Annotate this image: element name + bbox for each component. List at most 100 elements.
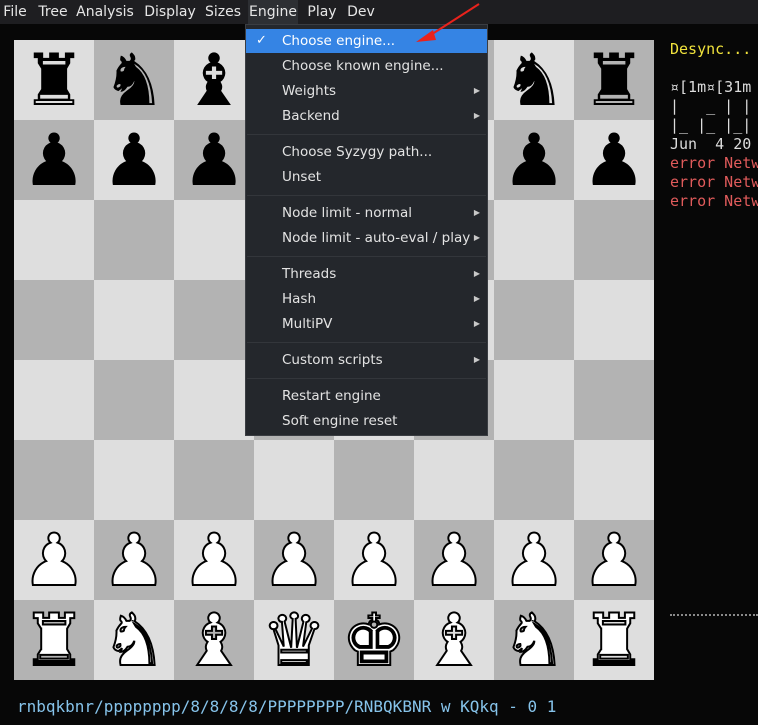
square-f2[interactable]: ♟ [414,519,494,601]
square-c3[interactable] [174,440,254,520]
menu-item-unset[interactable]: Unset [246,165,487,189]
square-c2[interactable]: ♟ [174,519,254,601]
square-b7[interactable]: ♟ [94,120,174,200]
menu-item-multipv[interactable]: MultiPV ▶ [246,312,487,336]
black-rook-icon[interactable]: ♜ [14,40,94,120]
square-d2[interactable]: ♟ [254,519,334,601]
square-g6[interactable] [494,200,574,280]
menu-item-restart-engine[interactable]: Restart engine [246,384,487,408]
square-c8[interactable]: ♝ [174,40,254,120]
black-knight-icon[interactable]: ♞ [494,40,574,120]
square-e1[interactable]: ♚ [334,599,414,681]
white-bishop-icon[interactable]: ♝ [174,599,254,681]
square-b3[interactable] [94,440,174,520]
white-pawn-icon[interactable]: ♟ [334,519,414,601]
white-knight-icon[interactable]: ♞ [94,599,174,681]
square-d1[interactable]: ♛ [254,599,334,681]
square-c1[interactable]: ♝ [174,599,254,681]
white-bishop-icon[interactable]: ♝ [414,599,494,681]
square-b5[interactable] [94,280,174,360]
menu-tree[interactable]: Tree [38,0,68,24]
square-h6[interactable] [574,200,654,280]
black-pawn-icon[interactable]: ♟ [94,120,174,200]
black-pawn-icon[interactable]: ♟ [494,120,574,200]
square-g7[interactable]: ♟ [494,120,574,200]
menu-item-choose-known-engine[interactable]: Choose known engine... [246,54,487,78]
black-pawn-icon[interactable]: ♟ [14,120,94,200]
square-h8[interactable]: ♜ [574,40,654,120]
black-knight-icon[interactable]: ♞ [94,40,174,120]
menu-engine[interactable]: Engine [248,0,298,24]
square-e2[interactable]: ♟ [334,519,414,601]
menu-item-custom-scripts[interactable]: Custom scripts ▶ [246,348,487,372]
square-h5[interactable] [574,280,654,360]
menu-file[interactable]: File [2,0,28,24]
black-pawn-icon[interactable]: ♟ [574,120,654,200]
square-h1[interactable]: ♜ [574,599,654,681]
square-h3[interactable] [574,440,654,520]
menu-item-node-limit-auto-eval-play[interactable]: Node limit - auto-eval / play ▶ [246,226,487,250]
square-a8[interactable]: ♜ [14,40,94,120]
square-c4[interactable] [174,360,254,440]
black-rook-icon[interactable]: ♜ [574,40,654,120]
square-b2[interactable]: ♟ [94,519,174,601]
square-a2[interactable]: ♟ [14,519,94,601]
square-f1[interactable]: ♝ [414,599,494,681]
white-rook-icon[interactable]: ♜ [14,599,94,681]
white-king-icon[interactable]: ♚ [334,599,414,681]
menu-analysis[interactable]: Analysis [75,0,135,24]
square-a5[interactable] [14,280,94,360]
square-e3[interactable] [334,440,414,520]
square-h2[interactable]: ♟ [574,519,654,601]
square-b1[interactable]: ♞ [94,599,174,681]
menu-item-hash[interactable]: Hash ▶ [246,287,487,311]
square-h4[interactable] [574,360,654,440]
white-rook-icon[interactable]: ♜ [574,599,654,681]
square-g8[interactable]: ♞ [494,40,574,120]
square-f3[interactable] [414,440,494,520]
square-g4[interactable] [494,360,574,440]
square-c6[interactable] [174,200,254,280]
menu-display[interactable]: Display [142,0,198,24]
menu-dev[interactable]: Dev [346,0,376,24]
menu-item-weights[interactable]: Weights ▶ [246,79,487,103]
white-pawn-icon[interactable]: ♟ [94,519,174,601]
white-knight-icon[interactable]: ♞ [494,599,574,681]
square-g5[interactable] [494,280,574,360]
menu-play[interactable]: Play [306,0,338,24]
menu-item-backend[interactable]: Backend ▶ [246,104,487,128]
white-queen-icon[interactable]: ♛ [254,599,334,681]
white-pawn-icon[interactable]: ♟ [254,519,334,601]
square-b6[interactable] [94,200,174,280]
square-a6[interactable] [14,200,94,280]
menu-sizes[interactable]: Sizes [204,0,242,24]
square-g1[interactable]: ♞ [494,599,574,681]
fen-string[interactable]: rnbqkbnr/pppppppp/8/8/8/8/PPPPPPPP/RNBQK… [17,697,556,717]
square-c7[interactable]: ♟ [174,120,254,200]
square-c5[interactable] [174,280,254,360]
square-g3[interactable] [494,440,574,520]
black-bishop-icon[interactable]: ♝ [174,40,254,120]
menu-item-soft-engine-reset[interactable]: Soft engine reset [246,409,487,433]
menu-item-threads[interactable]: Threads ▶ [246,262,487,286]
square-b4[interactable] [94,360,174,440]
submenu-arrow-icon: ▶ [473,233,480,242]
square-h7[interactable]: ♟ [574,120,654,200]
square-a4[interactable] [14,360,94,440]
white-pawn-icon[interactable]: ♟ [174,519,254,601]
white-pawn-icon[interactable]: ♟ [414,519,494,601]
square-a7[interactable]: ♟ [14,120,94,200]
menu-item-choose-syzygy-path[interactable]: Choose Syzygy path... [246,140,487,164]
square-a1[interactable]: ♜ [14,599,94,681]
black-pawn-icon[interactable]: ♟ [174,120,254,200]
white-pawn-icon[interactable]: ♟ [574,519,654,601]
menu-item-node-limit-normal[interactable]: Node limit - normal ▶ [246,201,487,225]
square-d3[interactable] [254,440,334,520]
menu-item-choose-engine[interactable]: ✓ Choose engine... [246,29,487,53]
square-b8[interactable]: ♞ [94,40,174,120]
square-a3[interactable] [14,440,94,520]
white-pawn-icon[interactable]: ♟ [14,519,94,601]
white-pawn-icon[interactable]: ♟ [494,519,574,601]
square-g2[interactable]: ♟ [494,519,574,601]
